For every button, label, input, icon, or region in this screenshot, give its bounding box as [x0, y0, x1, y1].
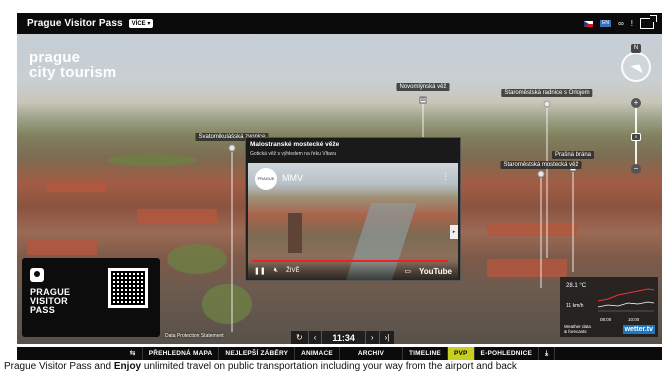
poi-label[interactable]: Prašná brána	[551, 151, 595, 159]
time-controls: ↻ ‹ 11:34 › ›|	[291, 331, 395, 344]
wetter-tv-logo[interactable]: wetter.tv	[622, 325, 655, 334]
site-title[interactable]: Prague Visitor Pass	[27, 18, 123, 29]
weather-data-line2: & forecasts	[564, 329, 587, 334]
channel-avatar[interactable]: PRAGUE	[255, 168, 277, 190]
prev-time-button[interactable]: ‹	[308, 331, 322, 344]
tagline-part1: Prague Visitor Pass and	[4, 361, 114, 371]
rooftop	[27, 239, 97, 255]
video-header: Malostranské mostecké věže Gotická věž s…	[246, 138, 460, 163]
menu-nejlepsi-zabery[interactable]: NEJLEPŠÍ ZÁBĚRY	[219, 347, 296, 360]
tree-cluster	[107, 154, 197, 166]
menu-prehledna-mapa[interactable]: PŘEHLEDNÁ MAPA	[143, 347, 220, 360]
side-expand-button[interactable]: ▸	[450, 225, 458, 239]
tagline-part2: unlimited travel on public transportatio…	[141, 361, 517, 371]
zoom-slider[interactable]: + ⌕ −	[631, 98, 641, 174]
brand-line1: prague	[29, 49, 81, 66]
weather-chart	[598, 288, 654, 312]
current-time[interactable]: 11:34	[322, 331, 365, 344]
tree-cluster	[167, 244, 227, 274]
time-label-1: 08:00	[600, 317, 612, 322]
poi-line	[572, 172, 574, 272]
flag-en-icon[interactable]: EN	[600, 20, 612, 27]
subtitles-icon[interactable]: ▭	[404, 267, 411, 275]
tagline-bold: Enjoy	[113, 361, 142, 371]
flag-cz-icon[interactable]	[584, 20, 594, 27]
bottom-menu: ⇆ PŘEHLEDNÁ MAPA NEJLEPŠÍ ZÁBĚRY ANIMACE…	[17, 347, 662, 360]
compass-needle-icon	[630, 60, 646, 74]
youtube-logo[interactable]: YouTube	[419, 267, 452, 276]
poi-label[interactable]: Staroměstská mostecká věž	[500, 161, 582, 169]
brand-logo[interactable]: prague city tourism	[29, 50, 116, 80]
poi-label[interactable]: Staroměstská radnice s Orlojem	[501, 89, 593, 97]
poi-line	[540, 178, 542, 288]
poi-line	[231, 152, 233, 332]
menu-animace[interactable]: ANIMACE	[295, 347, 340, 360]
promo-tagline[interactable]: Prague Visitor Pass and Enjoy unlimited …	[0, 361, 669, 371]
more-dropdown[interactable]: VÍCE ▾	[128, 19, 154, 28]
compass-control[interactable]: N	[621, 44, 651, 82]
poi-pin-icon[interactable]	[537, 170, 545, 178]
north-marker: N	[631, 44, 641, 53]
wind-speed: 11 km/h	[566, 303, 584, 309]
temperature: 28.1 °C	[566, 283, 587, 289]
pvp-logo-icon	[30, 268, 44, 282]
video-subtitle: Gotická věž s výhledem na řeku Vltavu	[250, 151, 337, 157]
tower	[288, 213, 302, 253]
poi-pin-icon[interactable]	[228, 144, 236, 152]
mute-icon[interactable]: 🔇︎	[274, 267, 278, 275]
menu-pvp[interactable]: PVP	[447, 347, 475, 360]
poi-pin-icon[interactable]	[543, 100, 551, 108]
video-controls: ❚❚ 🔇︎ ŽIVĚ ▭ YouTube	[248, 262, 458, 280]
latest-time-button[interactable]: ›|	[379, 331, 395, 344]
fullscreen-icon[interactable]	[640, 15, 657, 29]
zoom-handle[interactable]: ⌕	[631, 133, 641, 141]
poi-line	[546, 108, 548, 258]
time-label-2: 10:00	[628, 317, 640, 322]
live-badge[interactable]: ŽIVĚ	[286, 268, 299, 274]
pause-icon[interactable]: ❚❚	[254, 267, 266, 275]
info-icon[interactable]: !	[631, 19, 633, 28]
zoom-in-button[interactable]: +	[631, 98, 641, 108]
channel-name[interactable]: MMV	[282, 173, 303, 183]
swap-view-icon[interactable]: ⇆	[124, 347, 143, 360]
menu-e-pohlednice[interactable]: E-POHLEDNICE	[475, 347, 540, 360]
webcam-viewer: Prague Visitor Pass VÍCE ▾ EN ∞ ! prague…	[0, 0, 669, 371]
rewind-button[interactable]: ↻	[291, 331, 308, 344]
building-icon[interactable]: ▥	[419, 96, 427, 104]
video-player[interactable]: PRAGUE MMV ⋮ ▸ ❚❚ 🔇︎ ŽIVĚ ▭ YouTube	[248, 163, 458, 280]
menu-archiv[interactable]: ARCHIV	[340, 347, 403, 360]
download-icon[interactable]: ⤓	[539, 347, 556, 360]
data-protection-link[interactable]: Data Protection Statement	[165, 333, 224, 339]
video-title: Malostranské mostecké věže	[250, 141, 340, 148]
visitor-pass-ad[interactable]: PRAGUE VISITOR PASS	[22, 258, 160, 337]
more-options-icon[interactable]: ⋮	[441, 171, 450, 182]
qr-code-icon[interactable]	[108, 268, 148, 308]
poi-label[interactable]: Novomlýnská věž	[396, 83, 450, 91]
rooftop	[47, 182, 107, 192]
infinity-icon[interactable]: ∞	[618, 19, 624, 28]
top-bar: Prague Visitor Pass VÍCE ▾ EN ∞ !	[17, 13, 662, 34]
webcam-video-popup[interactable]: Malostranské mostecké věže Gotická věž s…	[245, 137, 461, 281]
rooftop	[137, 209, 217, 223]
tree-cluster	[202, 284, 252, 324]
menu-timeline[interactable]: TIMELINE	[403, 347, 448, 360]
rooftop	[487, 224, 577, 236]
weather-data-label[interactable]: Weather data & forecasts	[564, 324, 591, 334]
brand-line2: city tourism	[29, 64, 117, 81]
zoom-out-button[interactable]: −	[631, 164, 641, 174]
next-time-button[interactable]: ›	[365, 331, 379, 344]
rooftop	[487, 259, 567, 277]
weather-widget[interactable]: 28.1 °C 11 km/h 08:00 10:00 Weather data…	[560, 277, 658, 337]
